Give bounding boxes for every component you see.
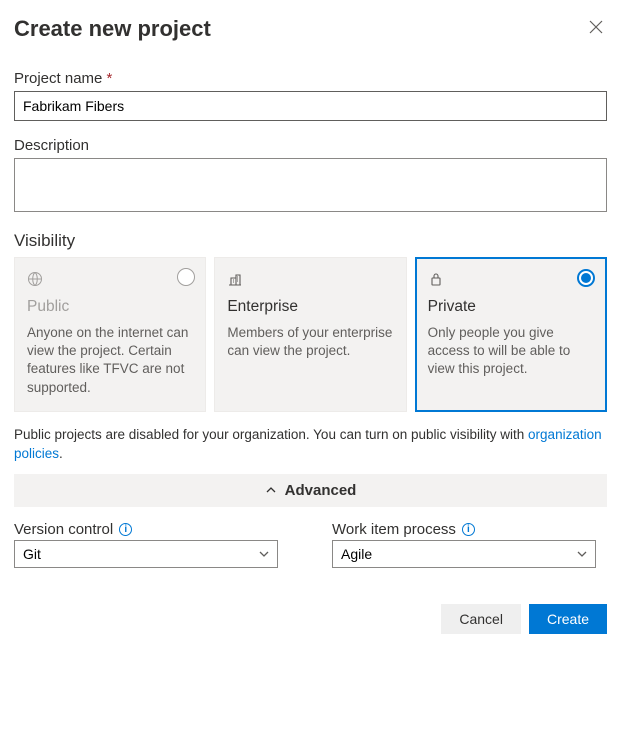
work-item-process-label: Work item process: [332, 521, 456, 538]
globe-icon: [27, 270, 193, 288]
option-description: Anyone on the internet can view the proj…: [27, 324, 193, 397]
visibility-disabled-note: Public projects are disabled for your or…: [14, 426, 607, 464]
work-item-process-select[interactable]: Agile: [332, 540, 596, 568]
version-control-select[interactable]: Git: [14, 540, 278, 568]
chevron-up-icon: [265, 484, 277, 496]
visibility-option-public: Public Anyone on the internet can view t…: [14, 257, 206, 412]
option-title: Enterprise: [227, 298, 393, 316]
visibility-option-private[interactable]: Private Only people you give access to w…: [415, 257, 607, 412]
version-control-label: Version control: [14, 521, 113, 538]
create-button[interactable]: Create: [529, 604, 607, 634]
advanced-toggle[interactable]: Advanced: [14, 474, 607, 507]
cancel-button[interactable]: Cancel: [441, 604, 521, 634]
info-icon[interactable]: i: [462, 523, 475, 536]
info-icon[interactable]: i: [119, 523, 132, 536]
option-description: Only people you give access to will be a…: [428, 324, 594, 379]
dialog-title: Create new project: [14, 16, 211, 42]
required-indicator: *: [107, 70, 113, 87]
close-button[interactable]: [585, 16, 607, 38]
project-name-input[interactable]: [14, 91, 607, 121]
option-description: Members of your enterprise can view the …: [227, 324, 393, 360]
option-title: Private: [428, 298, 594, 316]
close-icon: [589, 20, 603, 34]
building-icon: [227, 270, 393, 288]
option-title: Public: [27, 298, 193, 316]
project-name-label: Project name *: [14, 70, 607, 87]
visibility-option-enterprise[interactable]: Enterprise Members of your enterprise ca…: [214, 257, 406, 412]
visibility-label: Visibility: [14, 231, 607, 251]
lock-icon: [428, 270, 594, 288]
description-label: Description: [14, 137, 607, 154]
visibility-options: Public Anyone on the internet can view t…: [14, 257, 607, 412]
description-input[interactable]: [14, 158, 607, 212]
radio-indicator-selected: [577, 269, 595, 287]
